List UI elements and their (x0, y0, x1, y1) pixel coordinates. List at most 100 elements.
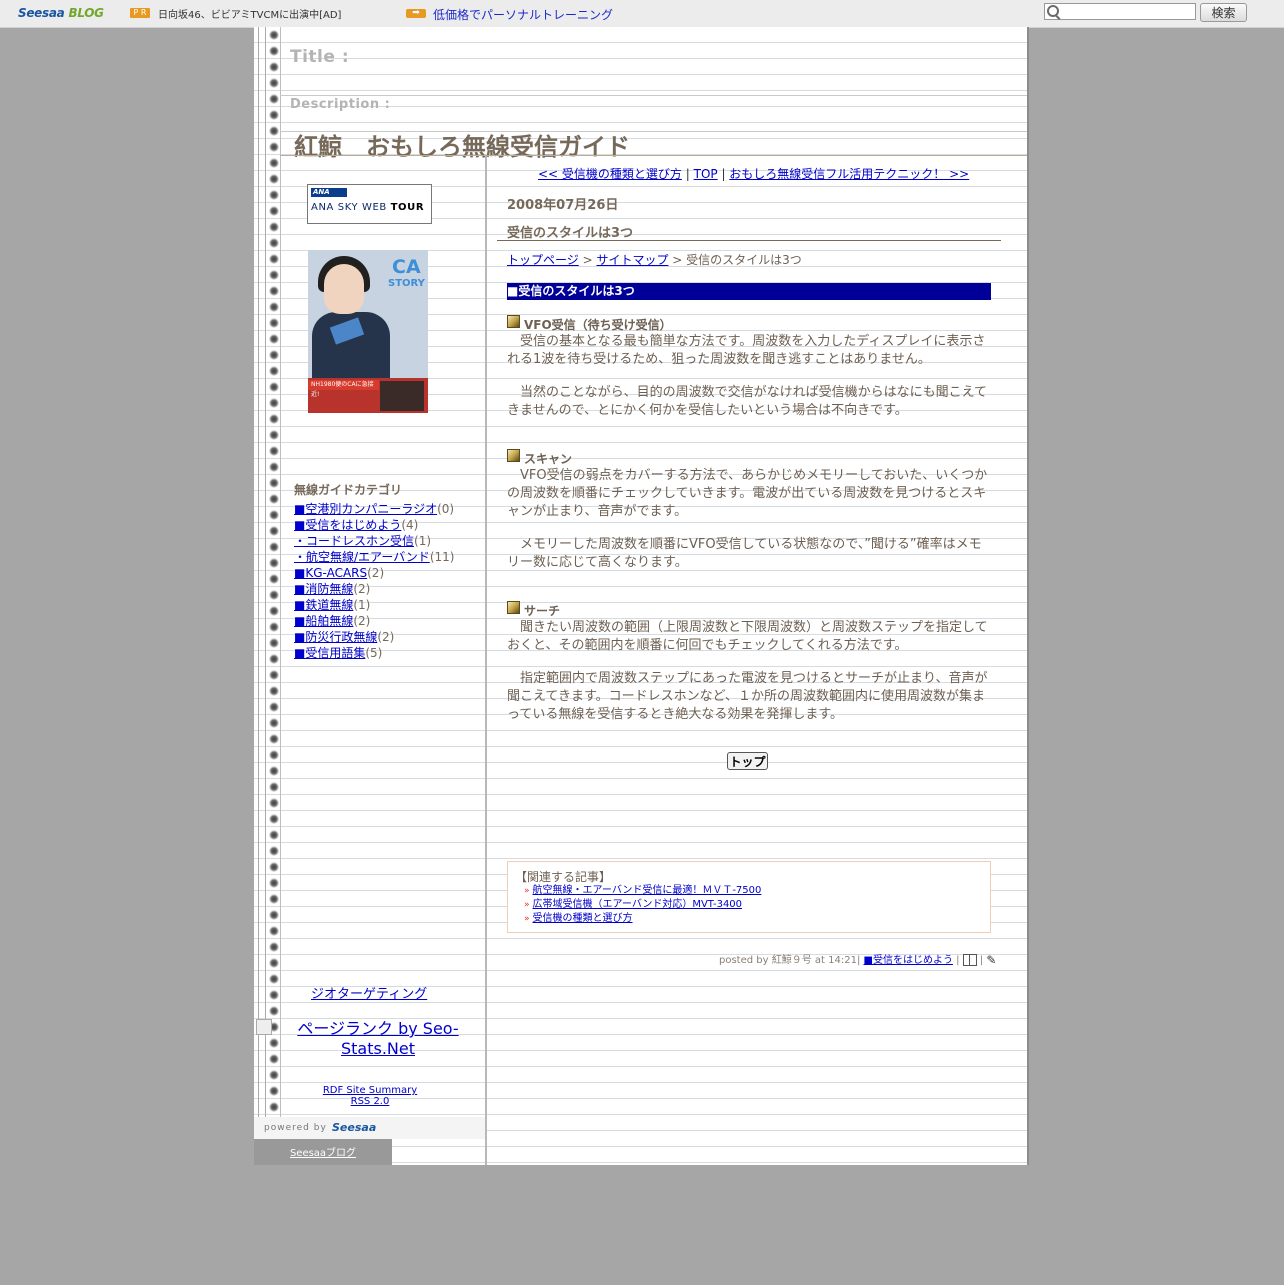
breadcrumb-current: > 受信のスタイルは3つ (668, 253, 802, 267)
column-divider (485, 156, 487, 1165)
top-bar: Seesaa BLOG P R 日向坂46、ビビアミTVCMに出演中[AD] ➡ … (0, 0, 1284, 28)
prev-post-link[interactable]: << 受信機の種類と選び方 (538, 167, 682, 181)
nav-separator: | (717, 167, 730, 181)
top-button[interactable]: トップ (727, 752, 768, 770)
section-bullet-icon (507, 315, 520, 328)
rss-link[interactable]: RSS 2.0 (294, 1096, 446, 1107)
list-item: ■空港別カンパニーラジオ(0) (294, 501, 454, 517)
related-article-link[interactable]: 受信機の種類と選び方 (533, 913, 633, 924)
list-item: » 広帯域受信機（エアーバンド対応）MVT-3400 (524, 898, 761, 912)
list-item: ■受信用語集(5) (294, 645, 454, 661)
trackback-pen-icon[interactable]: ✎ (986, 953, 996, 967)
posted-by-text: posted by 紅鯨９号 at 14:21| (719, 955, 864, 966)
list-item: ■KG-ACARS(2) (294, 565, 454, 581)
seesaa-logo: Seesaa (332, 1121, 377, 1134)
breadcrumb-sitemap-link[interactable]: サイトマップ (596, 253, 668, 267)
list-item: ・コードレスホン受信(1) (294, 533, 454, 549)
breadcrumb-home-link[interactable]: トップページ (507, 253, 579, 267)
book-cover-photo (380, 381, 424, 411)
arrow-right-icon: ➡ (406, 9, 426, 18)
ad-link[interactable]: 低価格でパーソナルトレーニング (433, 6, 613, 23)
list-item: » 受信機の種類と選び方 (524, 912, 761, 926)
category-count: (5) (365, 646, 383, 660)
nav-separator: | (681, 167, 694, 181)
post-category-link[interactable]: ■受信をはじめよう (864, 955, 953, 966)
related-articles-title: 【関連する記事】 (515, 870, 612, 884)
powered-by-seesaa[interactable]: powered by Seesaa (254, 1117, 485, 1139)
paragraph: メモリーした周波数を順番にVFO受信している状態なので、”聞ける”確率はメモリー… (507, 537, 982, 570)
paragraph: VFO受信の弱点をカバーする方法で、あらかじめメモリーしておいた、いくつかの周波… (507, 468, 988, 519)
paragraph: 聞きたい周波数の範囲（上限周波数と下限周波数）と周波数ステップを指定しておくと、… (507, 620, 988, 653)
ana-logo: ANA (311, 188, 347, 197)
logo-blog-text: BLOG (68, 6, 104, 20)
header-rule (280, 95, 1027, 96)
category-link[interactable]: ■防災行政無線 (294, 630, 377, 644)
list-item: ■船舶無線(2) (294, 613, 454, 629)
double-chevron-icon: » (524, 886, 530, 896)
search-icon (1047, 5, 1059, 17)
title-label: Title : (290, 47, 350, 67)
section-title-bar: ■受信のスタイルは3つ (507, 283, 991, 300)
section-heading: サーチ (524, 604, 561, 618)
rdf-site-summary-link[interactable]: RDF Site Summary (294, 1085, 446, 1096)
blog-title[interactable]: 紅鯨 おもしろ無線受信ガイド (294, 127, 630, 162)
seesaa-blog-footer-link[interactable]: Seesaaブログ (290, 1148, 356, 1159)
ana-banner-text: ANA SKY WEB TOUR (311, 202, 425, 213)
category-count: (0) (437, 502, 455, 516)
spine-divider (280, 27, 281, 1117)
pagerank-link[interactable]: ページランク by Seo-Stats.Net (290, 1019, 466, 1059)
category-link[interactable]: ・航空無線/エアーバンド (294, 550, 430, 564)
section-bullet-icon (507, 449, 520, 462)
blog-page: Title : Description : 紅鯨 おもしろ無線受信ガイド ANA… (254, 27, 1027, 1165)
search-button[interactable]: 検索 (1200, 3, 1247, 22)
category-link[interactable]: ■受信をはじめよう (294, 518, 401, 532)
category-count: (11) (429, 550, 455, 564)
category-link[interactable]: ■KG-ACARS (294, 566, 367, 580)
paragraph: 受信の基本となる最も簡単な方法です。周波数を入力したディスプレイに表示される1波… (507, 334, 986, 367)
category-link[interactable]: ■空港別カンパニーラジオ (294, 502, 437, 516)
pr-ad-link[interactable]: 日向坂46、ビビアミTVCMに出演中[AD] (158, 6, 341, 21)
category-link[interactable]: ■船舶無線 (294, 614, 353, 628)
category-link[interactable]: ■鉄道無線 (294, 598, 353, 612)
category-link[interactable]: ■消防無線 (294, 582, 353, 596)
ca-story-book-ad[interactable]: CA STORY NH1980便のCAに急接近! (308, 250, 428, 413)
category-count: (2) (353, 582, 371, 596)
footer-separator: | (976, 955, 987, 966)
category-count: (2) (367, 566, 385, 580)
book-cover-figure (324, 264, 364, 314)
double-chevron-icon: » (524, 914, 530, 924)
breadcrumb-separator: > (578, 253, 597, 267)
footer-separator: | (952, 955, 963, 966)
geotargeting-link[interactable]: ジオターゲティング (311, 983, 427, 1002)
list-item: ■消防無線(2) (294, 581, 454, 597)
post-title: 受信のスタイルは3つ (507, 226, 634, 241)
broken-image-icon (256, 1019, 272, 1035)
book-title-ca: CA (392, 256, 421, 278)
powered-by-text: powered by (264, 1123, 327, 1133)
category-count: (2) (377, 630, 395, 644)
seesaa-blog-logo[interactable]: Seesaa BLOG (18, 6, 104, 20)
list-item: ・航空無線/エアーバンド(11) (294, 549, 454, 565)
post-date: 2008年07月26日 (507, 198, 619, 213)
related-article-link[interactable]: 広帯域受信機（エアーバンド対応）MVT-3400 (533, 899, 743, 910)
pr-badge: P R (130, 8, 150, 18)
category-count: (1) (353, 598, 371, 612)
related-article-link[interactable]: 航空無線・エアーバンド受信に最適！ＭＶＴ-7500 (533, 885, 762, 896)
section-heading: スキャン (524, 452, 573, 466)
paragraph: 指定範囲内で周波数ステップにあった電波を見つけるとサーチが止まり、音声が聞こえて… (507, 671, 988, 722)
next-post-link[interactable]: おもしろ無線受信フル活用テクニック！ >> (729, 167, 969, 181)
category-count: (1) (414, 534, 432, 548)
paragraph: 当然のことながら、目的の周波数で交信がなければ受信機からはなにも聞こえてきません… (507, 385, 987, 418)
top-link[interactable]: TOP (694, 167, 718, 181)
search-input[interactable] (1044, 3, 1196, 20)
post-navigation: << 受信機の種類と選び方 | TOP | おもしろ無線受信フル活用テクニック！… (538, 165, 969, 182)
category-link[interactable]: ・コードレスホン受信 (294, 534, 414, 548)
post-footer: posted by 紅鯨９号 at 14:21| ■受信をはじめよう | | ✎ (719, 951, 996, 967)
book-red-caption: NH1980便のCAに急接近! (308, 380, 379, 398)
title-rule (497, 240, 1001, 241)
section-heading: VFO受信（待ち受け受信） (524, 318, 672, 332)
comment-book-icon[interactable] (962, 954, 977, 966)
list-item: » 航空無線・エアーバンド受信に最適！ＭＶＴ-7500 (524, 884, 761, 898)
ana-sky-web-tour-banner[interactable]: ANA ANA SKY WEB TOUR (307, 184, 432, 224)
category-link[interactable]: ■受信用語集 (294, 646, 365, 660)
